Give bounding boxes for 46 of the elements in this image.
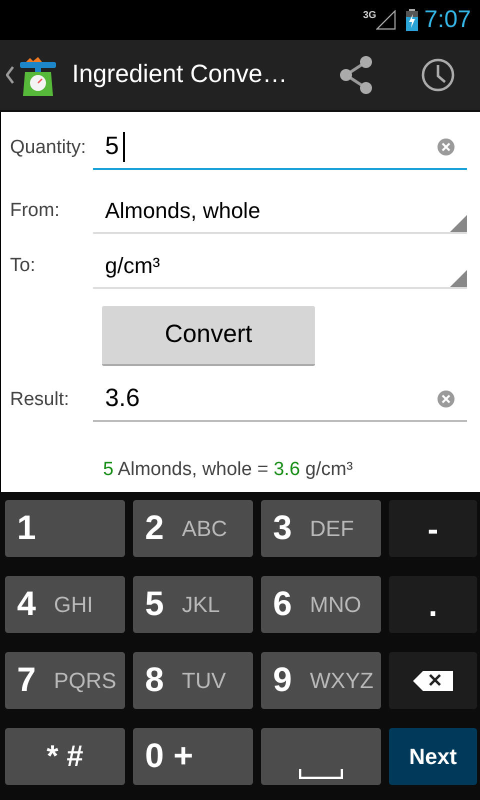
keyboard-key[interactable]: 5 JKL (133, 576, 253, 633)
keyboard-key[interactable]: 0 + (133, 728, 253, 785)
keyboard-key[interactable]: . (389, 576, 477, 633)
share-icon (339, 56, 373, 94)
conversion-summary: 5 Almonds, whole = 3.6 g/cm³ (103, 459, 353, 480)
space-key[interactable] (261, 728, 381, 785)
space-icon (299, 768, 343, 778)
keyboard-key[interactable]: 1 (5, 500, 125, 557)
field-value: 3.6 (105, 383, 140, 414)
clear-icon[interactable] (437, 138, 455, 156)
convert-button[interactable]: Convert (102, 306, 315, 366)
field-value: 5 (105, 131, 119, 162)
input-field[interactable]: 5 (93, 126, 467, 170)
field-label: Quantity: (9, 136, 88, 160)
keyboard-key[interactable]: 9 WXYZ (261, 652, 381, 709)
field-label: From: (9, 199, 61, 224)
backspace-icon (413, 670, 453, 690)
dropdown[interactable]: g/cm³ (93, 244, 467, 288)
signal-icon (376, 10, 396, 30)
network-type: 3G (362, 8, 376, 22)
keyboard-key[interactable]: 2 ABC (133, 500, 253, 557)
battery-icon (406, 9, 418, 31)
text-cursor (122, 132, 125, 162)
dropdown-corner-icon (450, 214, 467, 232)
field-label: Result: (9, 388, 70, 412)
clock-icon (421, 58, 455, 92)
keyboard-key[interactable]: 8 TUV (133, 652, 253, 709)
keyboard-key[interactable]: 7 PQRS (5, 652, 125, 709)
dropdown-corner-icon (450, 270, 467, 286)
app-title: Ingredient Conve… (72, 59, 288, 90)
dropdown-value: Almonds, whole (105, 197, 260, 225)
back-caret-icon (6, 66, 14, 84)
scale-icon (20, 54, 56, 96)
dropdown-value: g/cm³ (105, 252, 160, 280)
dropdown[interactable]: Almonds, whole (93, 190, 467, 234)
input-field[interactable]: 3.6 (93, 378, 467, 422)
next-key[interactable]: Next (389, 728, 477, 785)
keyboard-key[interactable]: 6 MNO (261, 576, 381, 633)
keyboard-key[interactable]: 3 DEF (261, 500, 381, 557)
keyboard-key[interactable]: 4 GHI (5, 576, 125, 633)
field-label: To: (9, 254, 36, 278)
backspace-key[interactable] (389, 652, 477, 709)
clock: 7:07 (424, 5, 471, 35)
keyboard-key[interactable]: - (389, 500, 477, 557)
keyboard-key[interactable]: * # (5, 728, 125, 785)
clear-icon[interactable] (437, 390, 455, 408)
